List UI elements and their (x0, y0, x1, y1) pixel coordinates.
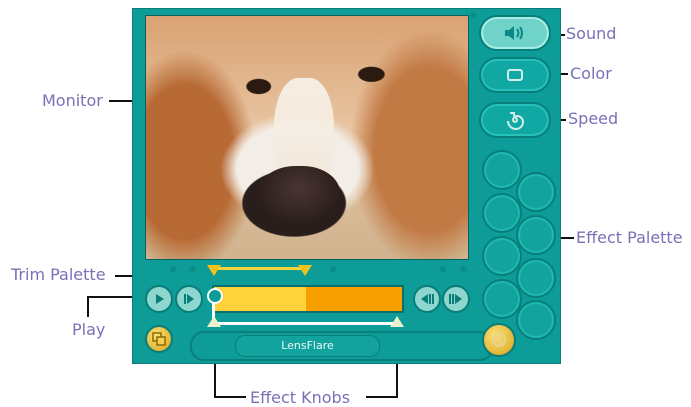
panel-dot (460, 266, 466, 272)
leader-line-knobs-right-h (366, 396, 398, 398)
effect-palette-slot[interactable] (516, 258, 556, 298)
clear-effect-button[interactable] (482, 323, 516, 357)
monitor-preview (145, 15, 469, 260)
trim-in-handle[interactable] (207, 265, 221, 276)
rewind-icon (421, 294, 434, 304)
callout-color: Color (570, 64, 612, 83)
timeline-played (214, 287, 307, 311)
clip-copy-button[interactable] (145, 325, 173, 353)
playhead-handle[interactable] (207, 288, 223, 304)
callout-effect-palette: Effect Palette (576, 228, 683, 247)
effect-name-label: LensFlare (235, 335, 380, 357)
step-forward-button[interactable] (175, 285, 203, 313)
effect-knob-track (213, 322, 398, 325)
preview-image (258, 166, 340, 224)
sound-button[interactable] (479, 15, 551, 51)
color-button[interactable] (479, 57, 551, 93)
speed-button[interactable] (479, 102, 551, 138)
step-forward-icon (184, 294, 194, 304)
effect-knob-start[interactable] (207, 316, 221, 327)
fast-forward-icon (449, 294, 462, 304)
effect-palette-slot[interactable] (482, 193, 522, 233)
rewind-button[interactable] (413, 285, 441, 313)
effect-palette-slot[interactable] (482, 236, 522, 276)
callout-monitor: Monitor (42, 91, 103, 110)
callout-trim-palette: Trim Palette (11, 265, 106, 284)
effect-knob-end[interactable] (390, 316, 404, 327)
square-icon (507, 69, 523, 81)
effect-palette-slot[interactable] (516, 215, 556, 255)
effect-palette-slot[interactable] (516, 172, 556, 212)
play-button[interactable] (145, 285, 173, 313)
trim-range-track (213, 267, 305, 270)
timeline-bar[interactable] (212, 285, 404, 313)
effect-palette-slot[interactable] (482, 150, 522, 190)
panel-dot (170, 266, 176, 272)
panel-dot (190, 266, 196, 272)
callout-speed: Speed (568, 109, 619, 128)
trim-out-handle[interactable] (298, 265, 312, 276)
speaker-icon (505, 26, 523, 40)
callout-play: Play (72, 320, 106, 339)
callout-effect-knobs: Effect Knobs (250, 388, 351, 407)
panel-dot (330, 266, 336, 272)
panel-dot (470, 12, 476, 18)
clip-copy-icon (152, 332, 166, 346)
play-icon (156, 294, 164, 304)
spiral-icon (507, 112, 525, 130)
fast-forward-button[interactable] (442, 285, 470, 313)
panel-dot (440, 266, 446, 272)
effect-palette-slot[interactable] (516, 300, 556, 340)
leader-line-knobs-left-h (214, 396, 246, 398)
leader-line-play-v (87, 296, 89, 317)
clear-effect-icon (492, 333, 506, 347)
callout-sound: Sound (566, 24, 617, 43)
